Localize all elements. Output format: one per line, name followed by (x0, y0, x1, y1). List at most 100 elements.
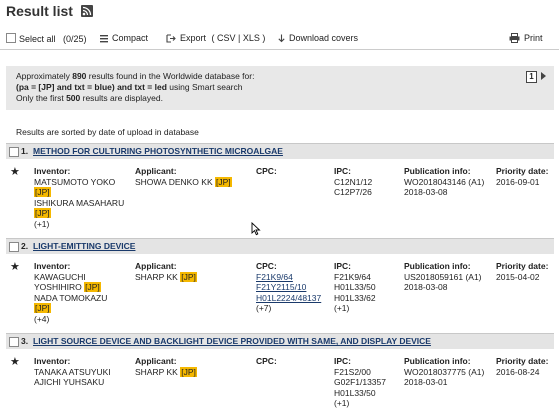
summary-line-3: Only the first 500 results are displayed… (16, 93, 163, 103)
inventor-label: Inventor: (34, 356, 71, 366)
download-covers-button[interactable]: Download covers (278, 33, 358, 45)
priority-date-label: Priority date: (496, 166, 549, 176)
result-limit: 500 (66, 93, 81, 103)
ipc-code: F21S2/00 (334, 366, 371, 377)
ipc-more-count[interactable]: (+1) (334, 398, 386, 409)
mouse-cursor-icon (251, 221, 261, 238)
applicant-name: SHARP KK (135, 366, 178, 377)
summary-text: results found in the Worldwide database … (86, 71, 255, 81)
publication-date: 2018-03-08 (404, 187, 448, 197)
printer-icon (509, 33, 520, 45)
result-title-link[interactable]: LIGHT SOURCE DEVICE AND BACKLIGHT DEVICE… (33, 336, 431, 346)
result-count: 890 (72, 71, 87, 81)
inventor-name: NADA TOMOKAZU (34, 292, 108, 303)
result-header: 1. METHOD FOR CULTURING PHOTOSYNTHETIC M… (6, 143, 554, 159)
star-icon[interactable]: ★ (10, 167, 20, 178)
result-title-link[interactable]: METHOD FOR CULTURING PHOTOSYNTHETIC MICR… (33, 146, 283, 156)
summary-line-2: (pa = [JP] and txt = blue) and txt = led… (16, 82, 243, 92)
priority-date: 2016-08-24 (496, 366, 540, 377)
summary-text: results are displayed. (80, 93, 163, 103)
applicant-label: Applicant: (135, 356, 177, 366)
ipc-code: C12P7/26 (334, 187, 372, 197)
compact-label: Compact (112, 33, 149, 43)
search-query: (pa = [JP] and txt = blue) and txt = led (16, 82, 167, 92)
print-button[interactable]: Print (509, 33, 543, 45)
export-icon (166, 34, 176, 45)
current-page-number[interactable]: 1 (526, 71, 537, 83)
priority-date-label: Priority date: (496, 356, 549, 366)
export-control[interactable]: Export ( CSV | XLS ) (166, 33, 265, 45)
page-title: Result list (6, 3, 73, 19)
result-header: 2. LIGHT-EMITTING DEVICE (6, 238, 554, 254)
print-label: Print (524, 33, 543, 43)
ipc-column: IPC: C12N1/12 C12P7/26 (334, 166, 372, 198)
result-checkbox[interactable] (9, 337, 19, 347)
priority-date-column: Priority date: 2016-09-01 (496, 166, 548, 187)
priority-date-column: Priority date: 2016-08-24 (496, 356, 548, 377)
publication-number: US2018059161 (A1) (404, 271, 482, 282)
select-all-control[interactable]: Select all (0/25) (6, 33, 87, 44)
ipc-column: IPC: F21K9/64 H01L33/50 H01L33/62 (+1) (334, 261, 376, 314)
inventor-label: Inventor: (34, 261, 71, 271)
select-all-label: Select all (19, 34, 56, 44)
inventor-column: Inventor: MATSUMOTO YOKO [JP] ISHIKURA M… (34, 166, 124, 229)
select-all-checkbox[interactable] (6, 33, 16, 43)
result-checkbox[interactable] (9, 242, 19, 252)
download-arrow-icon (278, 34, 285, 45)
next-page-icon[interactable] (541, 72, 546, 80)
star-icon[interactable]: ★ (10, 262, 20, 273)
ipc-more-count[interactable]: (+1) (334, 303, 376, 314)
cpc-column: CPC: (256, 166, 277, 177)
publication-info-column: Publication info: WO2018043146 (A1) 2018… (404, 166, 484, 198)
rss-feed-icon[interactable] (81, 5, 93, 17)
inventor-name: ISHIKURA MASAHARU (34, 197, 125, 208)
inventor-more-count[interactable]: (+1) (34, 219, 124, 230)
ipc-code: G02F1/13357 (334, 377, 386, 387)
applicant-label: Applicant: (135, 166, 177, 176)
star-icon[interactable]: ★ (10, 357, 20, 368)
applicant-label: Applicant: (135, 261, 177, 271)
priority-date: 2016-09-01 (496, 176, 540, 187)
publication-info-column: Publication info: WO2018037775 (A1) 2018… (404, 356, 484, 388)
cpc-code-link[interactable]: H01L2224/48137 (256, 293, 321, 304)
country-code-badge: [JP] (84, 282, 101, 292)
cpc-label: CPC: (256, 261, 277, 271)
priority-date-label: Priority date: (496, 261, 549, 271)
summary-text: using Smart search (166, 82, 243, 92)
compact-button[interactable]: Compact (100, 33, 148, 45)
inventor-column: Inventor: KAWAGUCHI YOSHIHIRO [JP] NADA … (34, 261, 107, 324)
publication-date: 2018-03-08 (404, 282, 448, 292)
ipc-code: H01L33/50 (334, 387, 376, 398)
compact-list-icon (100, 34, 108, 45)
country-code-badge: [JP] (215, 176, 232, 187)
priority-date: 2015-04-02 (496, 271, 540, 282)
country-code-badge: [JP] (34, 303, 51, 313)
result-title-link[interactable]: LIGHT-EMITTING DEVICE (33, 241, 135, 251)
ipc-column: IPC: F21S2/00 G02F1/13357 H01L33/50 (+1) (334, 356, 386, 409)
priority-date-column: Priority date: 2015-04-02 (496, 261, 548, 282)
cpc-code-link[interactable]: F21K9/64 (256, 272, 321, 283)
publication-info-label: Publication info: (404, 261, 471, 271)
cpc-column: CPC: (256, 356, 277, 367)
country-code-badge: [JP] (180, 271, 197, 282)
inventor-name: KAWAGUCHI (34, 271, 86, 282)
publication-info-column: Publication info: US2018059161 (A1) 2018… (404, 261, 482, 293)
applicant-name: SHOWA DENKO KK (135, 176, 213, 187)
inventor-more-count[interactable]: (+4) (34, 314, 107, 325)
cpc-column: CPC: F21K9/64 F21Y2115/10 H01L2224/48137… (256, 261, 321, 314)
cpc-more-count[interactable]: (+7) (256, 303, 321, 314)
export-formats-links[interactable]: ( CSV | XLS ) (212, 33, 266, 43)
cpc-label: CPC: (256, 166, 277, 176)
summary-text: Approximately (16, 71, 73, 81)
result-number: 1. (21, 146, 29, 156)
applicant-column: Applicant: SHOWA DENKO KK [JP] (135, 166, 232, 187)
ipc-label: IPC: (334, 356, 351, 366)
applicant-column: Applicant: SHARP KK [JP] (135, 356, 197, 377)
result-number: 3. (21, 336, 29, 346)
cpc-code-link[interactable]: F21Y2115/10 (256, 282, 321, 293)
ipc-code: C12N1/12 (334, 176, 373, 187)
publication-number: WO2018037775 (A1) (404, 366, 485, 377)
publication-date: 2018-03-01 (404, 377, 448, 387)
selection-count: (0/25) (63, 34, 87, 44)
result-checkbox[interactable] (9, 147, 19, 157)
